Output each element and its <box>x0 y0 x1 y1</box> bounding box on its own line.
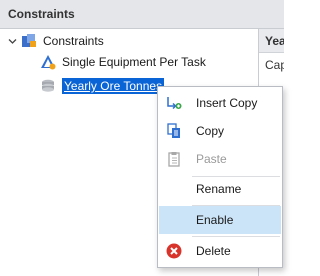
menu-item-rename[interactable]: Rename <box>159 175 281 203</box>
constraints-folder-icon <box>21 33 37 49</box>
details-column-header[interactable]: Yea <box>259 29 284 53</box>
menu-item-copy[interactable]: Copy <box>159 117 281 145</box>
menu-item-label: Paste <box>196 152 227 166</box>
menu-item-label: Delete <box>196 244 231 258</box>
menu-item-insert-copy[interactable]: Insert Copy <box>159 89 281 117</box>
menu-item-label: Copy <box>196 124 225 138</box>
paste-icon <box>165 150 183 168</box>
tree-node-label: Constraints <box>43 34 104 48</box>
tree-node-root[interactable]: Constraints <box>7 31 104 51</box>
tree-node-label: Single Equipment Per Task <box>62 55 206 69</box>
tree-node-label-selected: Yearly Ore Tonnes <box>62 78 165 94</box>
menu-item-label: Enable <box>196 213 234 227</box>
panel-title: Constraints <box>0 0 284 29</box>
copy-icon <box>165 122 183 140</box>
details-row-text: Cap <box>265 58 284 72</box>
delete-icon <box>165 242 183 260</box>
tonnes-stack-icon <box>40 78 56 94</box>
equipment-constraint-icon <box>40 54 56 70</box>
menu-item-enable[interactable]: Enable <box>159 206 281 234</box>
tree-node-yearly-ore-tonnes[interactable]: Yearly Ore Tonnes <box>40 76 165 96</box>
menu-item-label: Insert Copy <box>196 96 258 110</box>
context-menu: Insert Copy Copy Paste Rename Enable Del… <box>157 86 283 268</box>
menu-item-label: Rename <box>196 182 242 196</box>
insert-copy-icon <box>165 94 183 112</box>
tree-node-single-equipment[interactable]: Single Equipment Per Task <box>40 52 206 72</box>
chevron-down-icon[interactable] <box>7 36 17 46</box>
menu-item-paste[interactable]: Paste <box>159 145 281 173</box>
menu-item-delete[interactable]: Delete <box>159 237 281 265</box>
